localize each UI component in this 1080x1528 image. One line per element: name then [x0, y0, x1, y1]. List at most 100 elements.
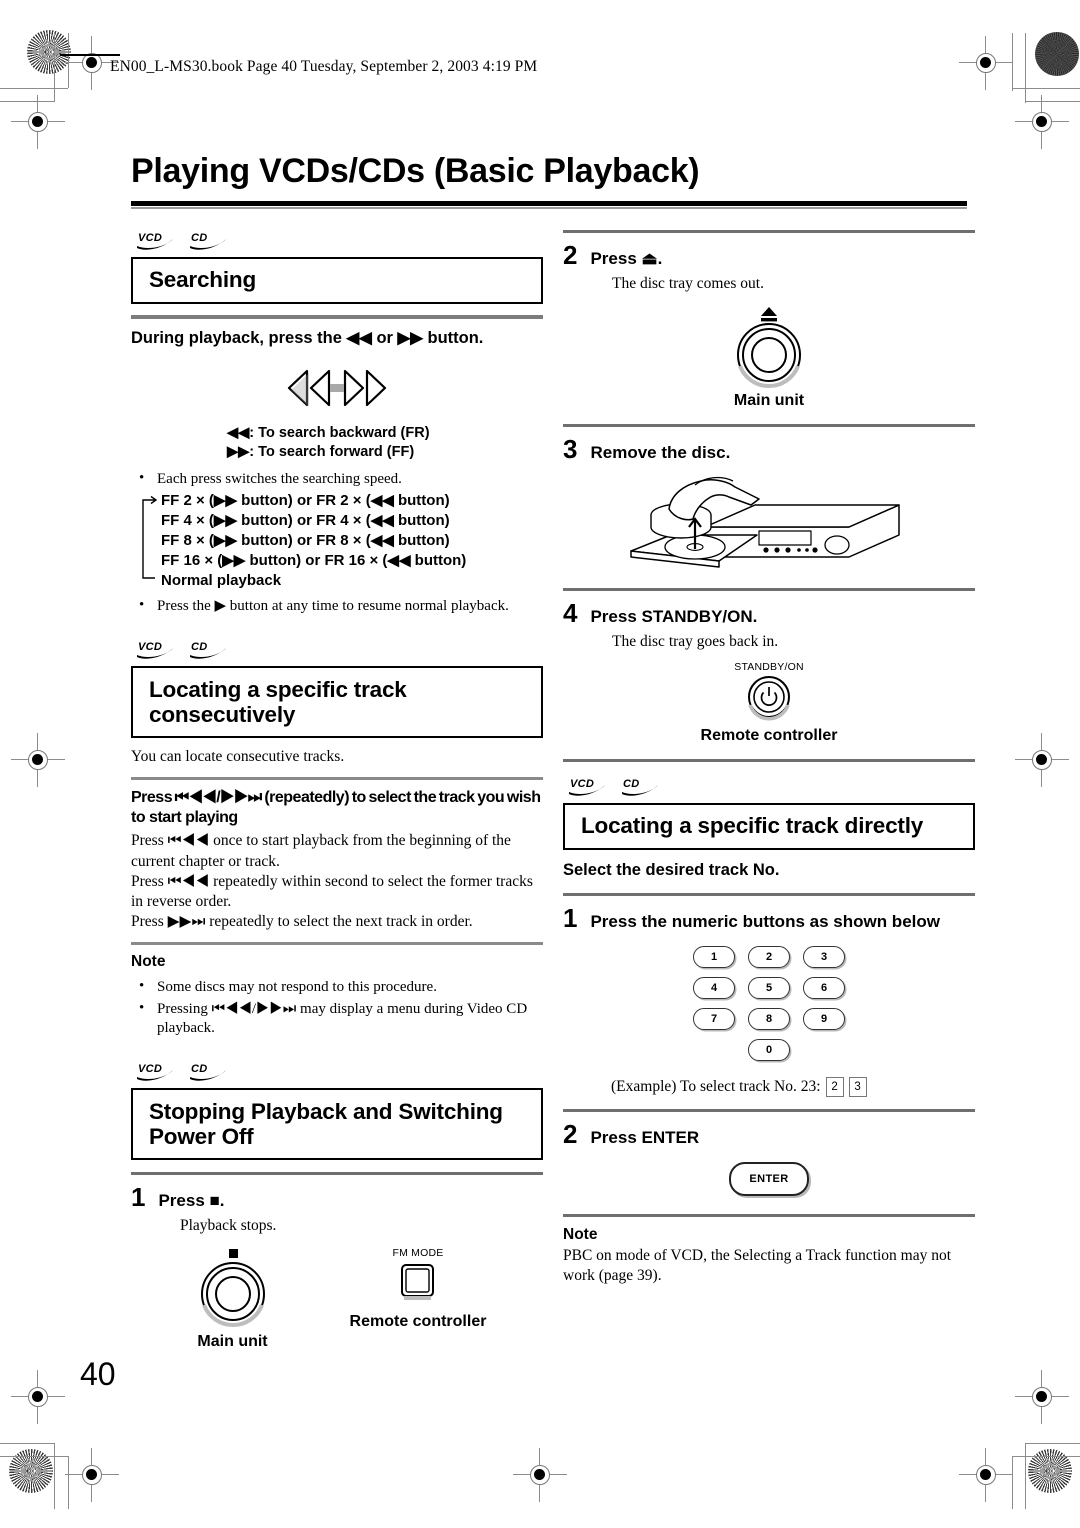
divider [563, 230, 975, 233]
media-badges-searching: VCD CD [135, 230, 543, 252]
step-body: The disc tray goes back in. [612, 633, 779, 650]
remove-disc-illustration [563, 465, 975, 582]
divider [563, 588, 975, 591]
numeric-key-1[interactable]: 1 [693, 945, 735, 968]
numeric-key-0[interactable]: 0 [748, 1038, 790, 1061]
section-heading-locating-directly: Locating a specific track directly [563, 803, 975, 851]
step-press-standby: 4 Press STANDBY/ON. [563, 600, 975, 627]
search-backward-legend: ◀◀: To search backward (FR) [227, 424, 430, 441]
vcd-badge-icon: VCD [135, 641, 179, 661]
divider [563, 892, 975, 896]
step-title: Remove the disc. [590, 443, 731, 462]
searching-resume-bullet: Press the ▶ button at any time to resume… [131, 596, 543, 617]
stop-knob-icon [200, 1249, 265, 1327]
searching-bullet-list: Each press switches the searching speed. [131, 469, 543, 490]
eject-knob-figure: Main unit [563, 305, 975, 410]
step-body: The disc tray comes out. [612, 275, 764, 292]
divider [563, 1108, 975, 1112]
stop-buttons-figure: Main unit FM MODE Remote controller [131, 1247, 543, 1351]
step-number: 4 [563, 598, 578, 628]
main-unit-stop-figure: Main unit [188, 1247, 278, 1351]
enter-button-icon[interactable]: ENTER [729, 1161, 809, 1196]
step-number: 1 [131, 1182, 146, 1213]
numeric-key-5[interactable]: 5 [748, 976, 790, 999]
registration-crosshair-left-lower [11, 1370, 65, 1424]
cd-badge-icon: CD [620, 778, 664, 798]
cd-badge-icon: CD [188, 232, 232, 252]
step-title: Press the numeric buttons as shown below [590, 911, 940, 931]
rewind-forward-icon [287, 369, 387, 407]
divider [131, 777, 543, 781]
registration-crosshair-right-upper [1015, 95, 1069, 149]
keypad-example: (Example) To select track No. 23: 2 3 [611, 1076, 975, 1097]
step-remove-disc: 3 Remove the disc. [563, 436, 975, 463]
speed-step: FF 4 × (▶▶ button) or FR 4 × (◀◀ button) [161, 512, 450, 530]
divider [563, 759, 975, 762]
registration-crosshair-bottom-left [65, 1448, 119, 1502]
search-buttons-figure [131, 365, 543, 416]
step-press-numeric: 1 Press the numeric buttons as shown bel… [563, 905, 975, 932]
locating-consecutively-body-1: Press ⏮◀◀ once to start playback from th… [131, 832, 511, 870]
registration-star-top-right [1035, 32, 1079, 76]
keypad-row: 7 8 9 [693, 1007, 845, 1030]
divider [131, 315, 543, 320]
numeric-key-8[interactable]: 8 [748, 1007, 790, 1030]
divider [563, 424, 975, 427]
speed-step: FF 8 × (▶▶ button) or FR 8 × (◀◀ button) [161, 532, 450, 550]
fm-mode-button-label: FM MODE [392, 1247, 444, 1260]
search-speed-sequence: FF 2 × (▶▶ button) or FR 2 × (◀◀ button)… [131, 491, 543, 590]
media-badges-locating-consecutively: VCD CD [135, 639, 543, 661]
registration-crosshair-left-middle [11, 733, 65, 787]
numeric-key-6[interactable]: 6 [803, 976, 845, 999]
step-press-enter: 2 Press ENTER [563, 1121, 975, 1148]
speed-step: FF 2 × (▶▶ button) or FR 2 × (◀◀ button) [161, 492, 450, 510]
page-number: 40 [80, 1356, 116, 1392]
divider [563, 1213, 975, 1217]
search-key-legend: ◀◀: To search backward (FR) ▶▶: To searc… [227, 424, 543, 463]
title-rule [131, 201, 967, 206]
cd-badge-icon: CD [188, 1063, 232, 1083]
locating-consecutively-intro: You can locate consecutive tracks. [131, 748, 345, 766]
bullet-resume-playback: Press the ▶ button at any time to resume… [131, 596, 543, 617]
numeric-key-7[interactable]: 7 [693, 1007, 735, 1030]
numeric-key-2[interactable]: 2 [748, 945, 790, 968]
vcd-badge-icon: VCD [567, 778, 611, 798]
note-heading-consecutively: Note [131, 953, 166, 971]
registration-crosshair-bottom-right [959, 1448, 1013, 1502]
example-key-3: 3 [848, 1076, 867, 1097]
note-list-consecutively: Some discs may not respond to this proce… [131, 977, 543, 1039]
numeric-key-9[interactable]: 9 [803, 1007, 845, 1030]
keypad-row: 0 [693, 1038, 845, 1061]
numeric-key-4[interactable]: 4 [693, 976, 735, 999]
search-forward-legend: ▶▶: To search forward (FF) [227, 444, 415, 461]
example-key-2: 2 [825, 1076, 844, 1097]
disc-player-hand-icon [630, 476, 900, 568]
section-heading-locating-consecutively: Locating a specific track consecutively [131, 665, 543, 739]
speed-step: Normal playback [161, 571, 282, 589]
step-number: 3 [563, 434, 578, 464]
keypad-row: 1 2 3 [693, 945, 845, 968]
step-stop-playback: 1 Press ■. [131, 1184, 543, 1211]
left-column: VCD CD Searching During playback, press … [131, 230, 543, 1351]
numeric-key-3[interactable]: 3 [803, 945, 845, 968]
step-number: 2 [563, 240, 578, 270]
page-title: Playing VCDs/CDs (Basic Playback) [131, 152, 700, 190]
keypad-row: 4 5 6 [693, 976, 845, 999]
numeric-keypad: 1 2 3 4 5 6 7 8 9 0 [693, 945, 845, 1061]
print-file-header: EN00_L-MS30.book Page 40 Tuesday, Septem… [110, 58, 538, 75]
fm-mode-button-icon [400, 1264, 434, 1301]
right-column: 2 Press ⏏. The disc tray comes out. Main… [563, 230, 975, 1286]
registration-crosshair-top-right [959, 36, 1013, 90]
section-heading-stopping-playback: Stopping Playback and Switching Power Of… [131, 1087, 543, 1161]
cd-badge-icon: CD [188, 641, 232, 661]
power-standby-icon [748, 676, 790, 721]
locating-consecutively-body-3: Press ▶▶⏭ repeatedly to select the next … [131, 913, 473, 930]
locating-directly-lead: Select the desired track No. [563, 861, 780, 880]
registration-crosshair-bottom-center [513, 1448, 567, 1502]
vcd-badge-icon: VCD [135, 1063, 179, 1083]
eject-knob-icon [737, 307, 801, 388]
searching-lead-text: During playback, press the ◀◀ or ▶▶ butt… [131, 329, 484, 348]
step-body: Playback stops. [180, 1217, 277, 1235]
step-title: Press STANDBY/ON. [590, 607, 758, 626]
locating-consecutively-body-2: Press ⏮◀◀ repeatedly within second to se… [131, 872, 533, 910]
